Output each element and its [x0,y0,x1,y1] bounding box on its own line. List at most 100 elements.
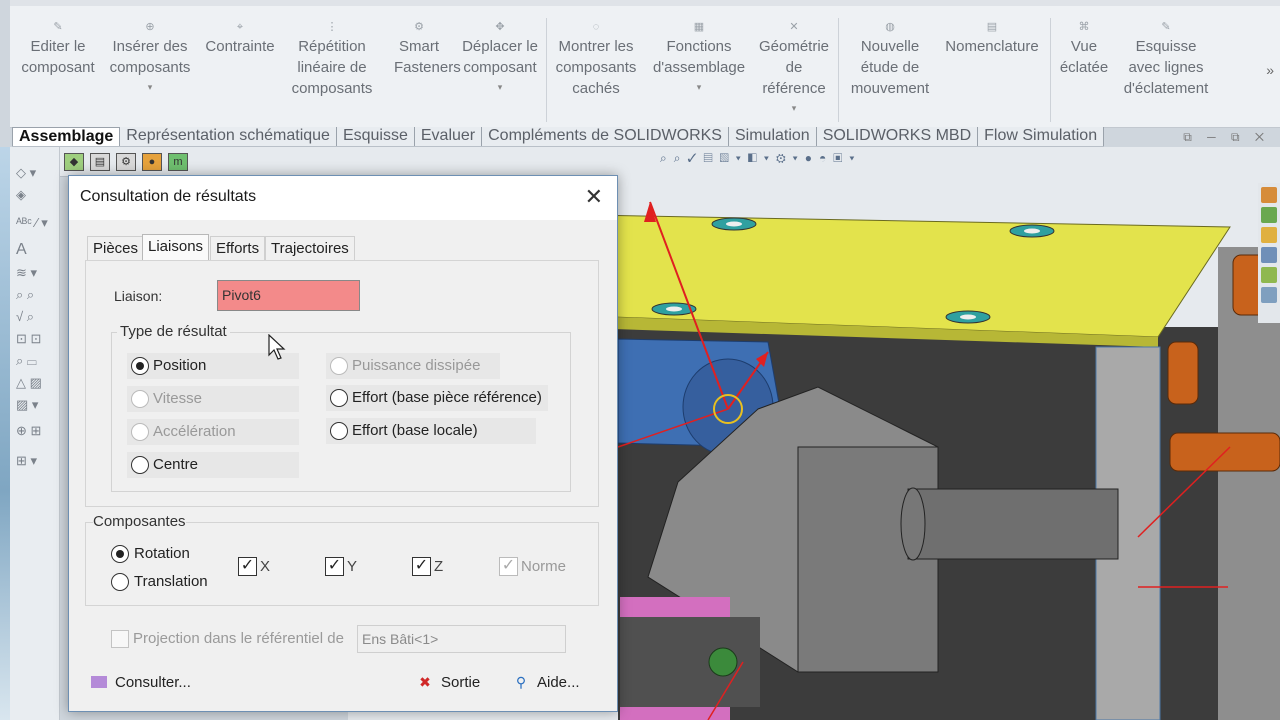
checkbox-z-box[interactable]: ✓ [412,557,431,576]
checkbox-z[interactable]: ✓ Z [412,557,443,577]
radio-centre-dot[interactable] [131,456,149,474]
projection-checkbox [111,630,129,648]
surface-finish-icon[interactable]: √ ⌕ [16,309,56,327]
edit-component-icon: ✎ [53,21,63,33]
chevron-down-icon[interactable]: ▾ [456,82,544,92]
radio-effort-base-piece-dot[interactable] [330,389,348,407]
document-window-controls[interactable]: ⧉ ─ ⧉ ✕ [1183,130,1270,145]
ribbon-button-label: Insérer des composants [109,38,191,76]
tab-liaisons[interactable]: Liaisons [142,234,210,261]
radio-effort-base-locale-dot[interactable] [330,422,348,440]
radio-effort-base-locale[interactable]: Effort (base locale) [326,418,536,444]
design-library-icon[interactable] [1261,207,1277,223]
ribbon-button-8[interactable]: ✕ Géométrie de référence ▾ [754,16,834,124]
checkbox-z-label: Z [434,558,444,575]
note-text-icon[interactable]: A [16,241,56,259]
checkbox-y[interactable]: ✓ Y [325,557,357,577]
checkbox-x-box[interactable]: ✓ [238,557,257,576]
tab-pieces[interactable]: Pièces [87,236,145,261]
appearances-icon[interactable] [1261,267,1277,283]
tab-2[interactable]: Esquisse [337,127,415,146]
exit-button[interactable]: ✖ Sortie [419,673,480,693]
ribbon-overflow-icon[interactable]: » [1266,62,1274,78]
radio-rotation-label: Rotation [134,545,190,562]
radio-centre[interactable]: Centre [127,452,299,478]
configuration-manager-tab-icon[interactable]: ⚙ [116,153,136,171]
ribbon-button-6[interactable]: ◌ Montrer les composants cachés [550,16,642,124]
meca3d-tab-icon[interactable]: m [168,153,188,171]
checkbox-x-label: X [260,558,271,575]
ribbon-button-label: Nomenclature [945,38,1039,55]
linear-pattern-icon: ⋮ [326,21,338,33]
file-explorer-icon[interactable] [1261,227,1277,243]
ribbon-button-11[interactable]: ⌘ Vue éclatée [1056,16,1112,124]
sketch-tool-icon[interactable]: ◈ [16,187,56,205]
ribbon-button-9[interactable]: ◍ Nouvelle étude de mouvement [842,16,938,124]
warning-icon[interactable]: △ ▨ [16,375,56,393]
tab-0[interactable]: Assemblage [12,127,121,146]
radio-rotation-dot[interactable] [111,545,129,563]
balloon-icon[interactable]: ≋ ▾ [16,265,56,283]
chevron-down-icon[interactable]: ▾ [108,82,192,92]
ribbon-button-7[interactable]: ▦ Fonctions d'assemblage ▾ [648,16,750,124]
home-icon[interactable] [1261,187,1277,203]
zoom-icon[interactable]: ⌕ ⌕ [16,287,56,305]
radio-translation-dot[interactable] [111,573,129,591]
ribbon-button-4[interactable]: ⚙ Smart Fasteners [394,16,461,124]
center-mark-icon[interactable]: ⊕ ⊞ [16,423,56,441]
tab-7[interactable]: Flow Simulation [978,127,1105,146]
tab-5[interactable]: Simulation [729,127,817,146]
feature-tree-tab-icon[interactable]: ◆ [64,153,84,171]
custom-properties-icon[interactable] [1261,287,1277,303]
chevron-down-icon[interactable]: ▾ [648,82,750,92]
close-icon[interactable]: ✕ [585,184,603,210]
property-manager-tab-icon[interactable]: ▤ [90,153,110,171]
radio-translation[interactable]: Translation [111,572,208,592]
ribbon-button-10[interactable]: ▤ Nomenclature [940,16,1044,124]
datum-icon[interactable]: ⊡ ⊡ [16,331,56,349]
tab-3[interactable]: Evaluer [415,127,483,146]
liaison-select-field[interactable]: Pivot6 [217,280,360,311]
chevron-down-icon[interactable]: ▾ [754,103,834,113]
ribbon-button-2[interactable]: ⌖ Contrainte [200,16,280,124]
table-icon[interactable]: ⊞ ▾ [16,453,56,471]
ribbon-button-3[interactable]: ⋮ Répétition linéaire de composants [284,16,380,124]
tab-efforts[interactable]: Efforts [210,236,266,261]
radio-position-label: Position [153,357,207,374]
heads-up-view-toolbar[interactable]: ⌕⌕✓▤▧▾◧▾⚙▾●◓▣▾ [660,151,861,166]
display-manager-tab-icon[interactable]: ● [142,153,162,171]
show-hidden-icon: ◌ [592,21,600,33]
ribbon-button-label: Déplacer le composant [462,38,538,76]
result-type-group-title: Type de résultat [117,323,230,340]
smart-dimension-icon[interactable]: ◇ ▾ [16,165,56,183]
ribbon-button-label: Contrainte [205,38,275,55]
tab-1[interactable]: Représentation schématique [120,127,337,146]
tab-trajectoires[interactable]: Trajectoires [265,236,355,261]
ribbon-button-label: Répétition linéaire de composants [291,38,373,97]
ribbon-button-5[interactable]: ✥ Déplacer le composant ▾ [456,16,544,124]
ribbon-button-0[interactable]: ✎ Editer le composant [18,16,98,124]
radio-acceleration: Accélération [127,419,299,445]
consult-button[interactable]: Consulter... [91,673,191,693]
spell-check-icon[interactable]: ᴬᴮᶜ ⁄ ▾ [16,215,56,233]
radio-rotation[interactable]: Rotation [111,544,190,564]
tab-4[interactable]: Compléments de SOLIDWORKS [482,127,729,146]
view-palette-icon[interactable] [1261,247,1277,263]
desktop-background-strip [0,147,10,720]
weld-symbol-icon[interactable]: ⌕ ▭ [16,353,56,371]
checkbox-norme-box: ✓ [499,557,518,576]
ribbon-button-12[interactable]: ✎ Esquisse avec lignes d'éclatement [1116,16,1216,124]
image-icon[interactable]: ▨ ▾ [16,397,56,415]
radio-position-dot[interactable] [131,357,149,375]
checkbox-norme-label: Norme [521,558,567,575]
radio-puissance-label: Puissance dissipée [352,357,481,374]
help-button-label: Aide... [537,674,580,691]
checkbox-x[interactable]: ✓ X [238,557,270,577]
ribbon-button-1[interactable]: ⊕ Insérer des composants ▾ [108,16,192,124]
radio-effort-base-piece[interactable]: Effort (base pièce référence) [326,385,548,411]
checkbox-y-box[interactable]: ✓ [325,557,344,576]
components-group-title: Composantes [93,513,186,530]
help-button[interactable]: ⚲ Aide... [516,673,580,693]
radio-centre-label: Centre [153,456,199,473]
tab-6[interactable]: SOLIDWORKS MBD [817,127,979,146]
